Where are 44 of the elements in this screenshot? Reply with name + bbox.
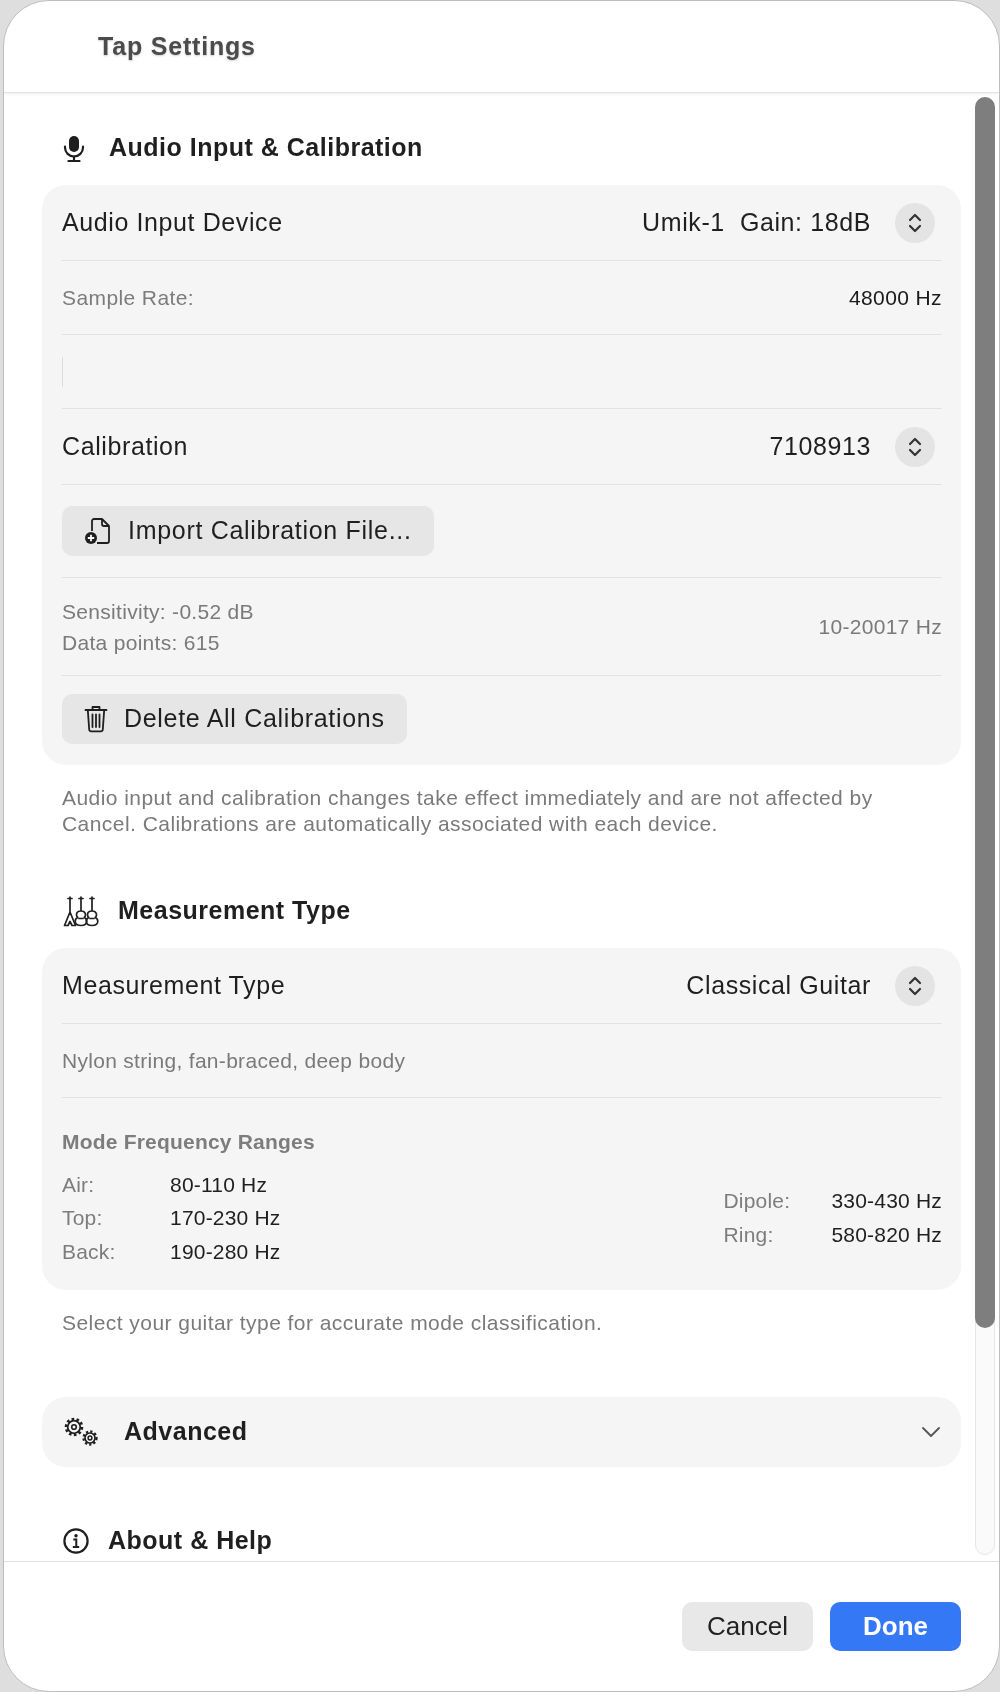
scrollbar-thumb[interactable] (975, 97, 995, 1328)
picker-value: Classical Guitar (686, 969, 871, 1001)
detail-text: Data points: 615 (62, 629, 221, 656)
mode-value: 170-230 Hz (170, 1205, 281, 1231)
gears-icon (64, 1417, 100, 1447)
cancel-button[interactable]: Cancel (682, 1602, 813, 1651)
mode-label: Back: (62, 1238, 117, 1265)
field-label: Calibration (62, 430, 189, 462)
guitars-icon (63, 895, 99, 927)
mode-label: Top: (62, 1205, 104, 1231)
field-label: Sample Rate: (62, 284, 195, 311)
trash-icon (84, 704, 108, 733)
updown-chevron-icon[interactable] (895, 202, 935, 243)
mode-value: 580-820 Hz (831, 1221, 942, 1248)
section-title: Measurement Type (118, 895, 351, 927)
disclosure-row[interactable]: Advanced (42, 1397, 961, 1467)
help-text: Select your guitar type for accurate mode classification. (61, 1310, 604, 1336)
updown-chevron-icon[interactable] (895, 426, 935, 467)
picker-value: Umik-1 Gain: 18dB (642, 206, 871, 238)
mode-label: Dipole: (723, 1188, 792, 1215)
mode-value: 190-280 Hz (170, 1238, 281, 1265)
microphone-icon (63, 134, 85, 162)
field-value: 48000 Hz (848, 284, 942, 311)
help-text: Audio input and calibration changes take effect immediately and are not affected by Cancel. Calibrations are automatically associated with each device. (61, 785, 874, 837)
updown-chevron-icon[interactable] (895, 965, 935, 1006)
mode-value: 330-430 Hz (831, 1188, 942, 1215)
done-button[interactable]: Done (830, 1602, 961, 1651)
field-label: Measurement Type (62, 969, 286, 1001)
section-title: About & Help (108, 1525, 273, 1557)
picker-value: 7108913 (769, 430, 871, 462)
import-button[interactable]: Import Calibration File... (62, 506, 434, 556)
mode-label: Air: (62, 1171, 96, 1198)
field-label: Audio Input Device (62, 206, 283, 238)
subsection-title: Mode Frequency Ranges (62, 1129, 316, 1155)
mode-label: Ring: (723, 1221, 775, 1248)
window-title: Tap Settings (98, 30, 256, 62)
mode-value: 80-110 Hz (170, 1171, 268, 1198)
description-text: Nylon string, fan-braced, deep body (62, 1048, 406, 1074)
detail-text: Sensitivity: -0.52 dB (62, 598, 254, 625)
delete-button[interactable]: Delete All Calibrations (62, 693, 407, 744)
document-plus-icon (84, 517, 112, 545)
section-title: Audio Input & Calibration (109, 132, 423, 164)
frequency-range-text: 10-20017 Hz (818, 614, 942, 640)
info-icon (63, 1528, 89, 1554)
